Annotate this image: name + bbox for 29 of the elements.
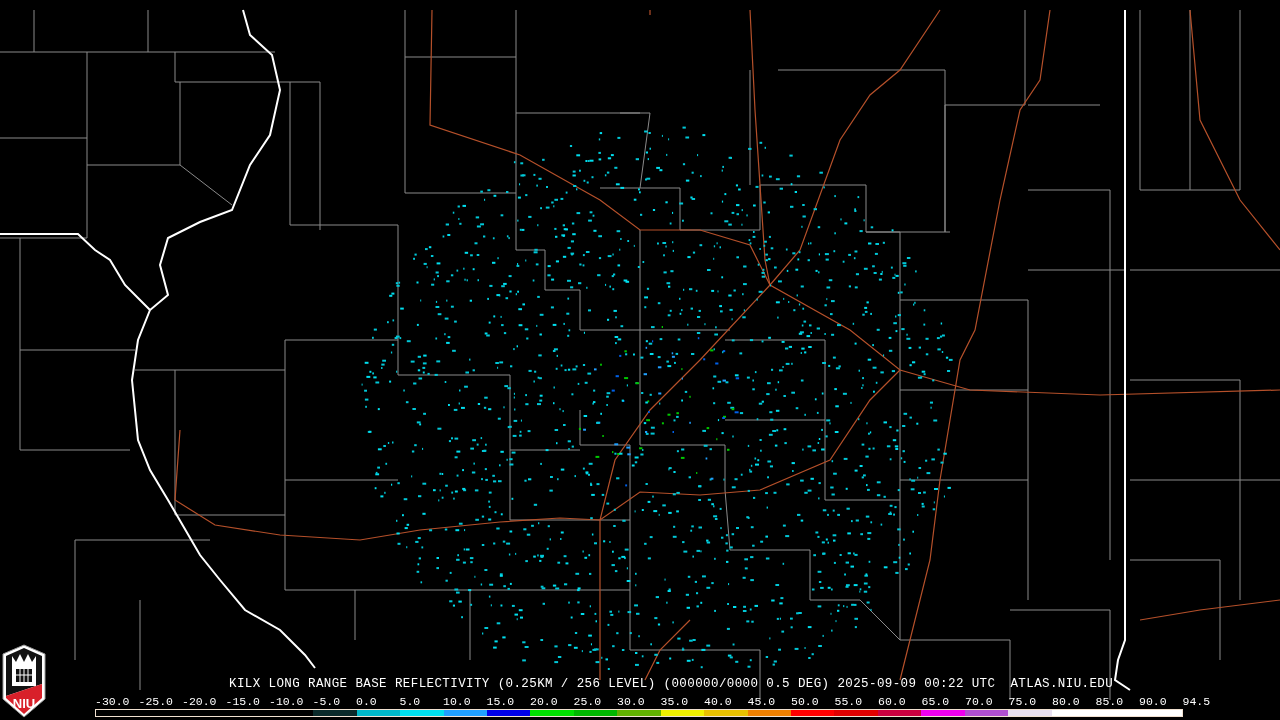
scale-label: -5.0 xyxy=(312,696,342,708)
scale-label: -25.0 xyxy=(138,696,174,708)
scale-label: 30.0 xyxy=(617,696,646,708)
scale-label: 50.0 xyxy=(791,696,820,708)
scale-label: -15.0 xyxy=(225,696,261,708)
scale-label: 10.0 xyxy=(443,696,472,708)
scale-label: 0.0 xyxy=(356,696,378,708)
scale-label: 45.0 xyxy=(747,696,777,708)
scale-label: 15.0 xyxy=(486,696,516,708)
source-text: ATLAS.NIU.EDU xyxy=(1010,677,1114,691)
scale-label: 80.0 xyxy=(1052,696,1081,708)
scale-label: 75.0 xyxy=(1008,696,1038,708)
scale-label: -10.0 xyxy=(269,696,305,708)
scale-label: 94.5 xyxy=(1182,696,1211,708)
scale-label: 85.0 xyxy=(1095,696,1125,708)
scale-label: 5.0 xyxy=(399,696,422,708)
scale-label: 70.0 xyxy=(965,696,994,708)
product-title: KILX LONG RANGE BASE REFLECTIVITY (0.25KM / 256 LEVEL) (000000/0000 0.5 DEG) 2025-09-09 00:22 UTC xyxy=(229,677,996,691)
scale-label: -30.0 xyxy=(95,696,131,708)
scale-label: 65.0 xyxy=(921,696,951,708)
scale-label: 35.0 xyxy=(660,696,690,708)
logo-shield: NIU xyxy=(2,644,46,718)
scale-label: 40.0 xyxy=(704,696,733,708)
scale-label: 25.0 xyxy=(573,696,603,708)
scale-label: -20.0 xyxy=(182,696,218,708)
scale-label: 20.0 xyxy=(530,696,559,708)
scale-label: 55.0 xyxy=(834,696,864,708)
scale-label: 90.0 xyxy=(1139,696,1168,708)
scale-label: 60.0 xyxy=(878,696,907,708)
